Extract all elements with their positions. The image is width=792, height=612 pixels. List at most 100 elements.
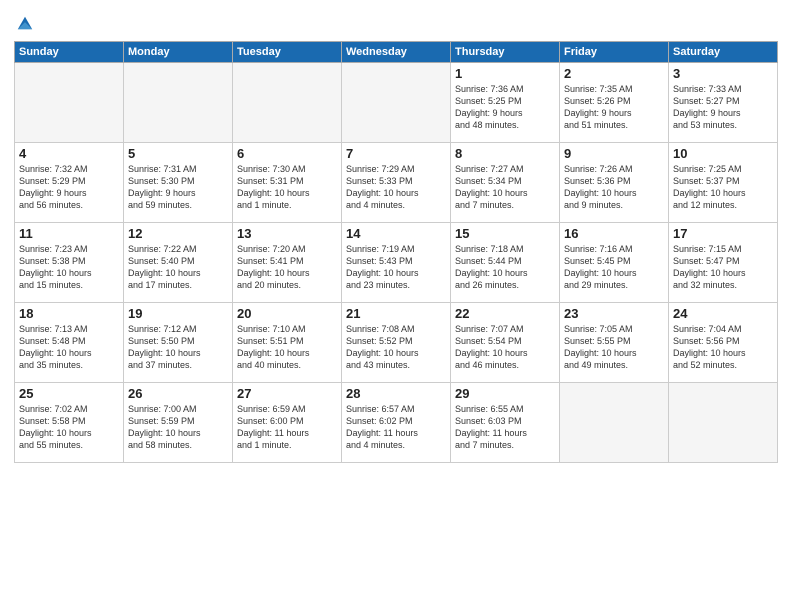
- day-number: 15: [455, 226, 555, 241]
- day-info: Sunrise: 7:33 AM Sunset: 5:27 PM Dayligh…: [673, 83, 773, 132]
- day-info: Sunrise: 7:12 AM Sunset: 5:50 PM Dayligh…: [128, 323, 228, 372]
- header: [14, 10, 778, 37]
- calendar-cell: 22 Sunrise: 7:07 AM Sunset: 5:54 PM Dayli…: [451, 302, 560, 382]
- day-info: Sunrise: 6:55 AM Sunset: 6:03 PM Dayligh…: [455, 403, 555, 452]
- day-info: Sunrise: 7:32 AM Sunset: 5:29 PM Dayligh…: [19, 163, 119, 212]
- day-info: Sunrise: 7:13 AM Sunset: 5:48 PM Dayligh…: [19, 323, 119, 372]
- calendar-cell: [669, 382, 778, 462]
- calendar-cell: 5 Sunrise: 7:31 AM Sunset: 5:30 PM Daylig…: [124, 142, 233, 222]
- day-info: Sunrise: 7:35 AM Sunset: 5:26 PM Dayligh…: [564, 83, 664, 132]
- day-info: Sunrise: 7:25 AM Sunset: 5:37 PM Dayligh…: [673, 163, 773, 212]
- day-info: Sunrise: 7:08 AM Sunset: 5:52 PM Dayligh…: [346, 323, 446, 372]
- day-number: 25: [19, 386, 119, 401]
- day-number: 6: [237, 146, 337, 161]
- day-number: 17: [673, 226, 773, 241]
- day-info: Sunrise: 6:57 AM Sunset: 6:02 PM Dayligh…: [346, 403, 446, 452]
- day-number: 29: [455, 386, 555, 401]
- day-number: 8: [455, 146, 555, 161]
- page-container: SundayMondayTuesdayWednesdayThursdayFrid…: [0, 0, 792, 473]
- weekday-header-wednesday: Wednesday: [342, 41, 451, 62]
- day-number: 24: [673, 306, 773, 321]
- weekday-header-sunday: Sunday: [15, 41, 124, 62]
- day-number: 20: [237, 306, 337, 321]
- calendar-week-5: 25 Sunrise: 7:02 AM Sunset: 5:58 PM Dayli…: [15, 382, 778, 462]
- calendar-week-2: 4 Sunrise: 7:32 AM Sunset: 5:29 PM Daylig…: [15, 142, 778, 222]
- day-number: 14: [346, 226, 446, 241]
- calendar-cell: [342, 62, 451, 142]
- calendar-cell: 11 Sunrise: 7:23 AM Sunset: 5:38 PM Dayli…: [15, 222, 124, 302]
- day-info: Sunrise: 7:31 AM Sunset: 5:30 PM Dayligh…: [128, 163, 228, 212]
- calendar-cell: 16Sunrise: 7:16 AM Sunset: 5:45 PM Dayli…: [560, 222, 669, 302]
- weekday-header-thursday: Thursday: [451, 41, 560, 62]
- day-info: Sunrise: 7:26 AM Sunset: 5:36 PM Dayligh…: [564, 163, 664, 212]
- logo: [14, 14, 34, 37]
- calendar-cell: 27 Sunrise: 6:59 AM Sunset: 6:00 PM Dayli…: [233, 382, 342, 462]
- day-info: Sunrise: 7:23 AM Sunset: 5:38 PM Dayligh…: [19, 243, 119, 292]
- logo-icon: [16, 14, 34, 32]
- calendar-cell: 15 Sunrise: 7:18 AM Sunset: 5:44 PM Dayli…: [451, 222, 560, 302]
- calendar-cell: 25 Sunrise: 7:02 AM Sunset: 5:58 PM Dayli…: [15, 382, 124, 462]
- calendar-cell: 13 Sunrise: 7:20 AM Sunset: 5:41 PM Dayli…: [233, 222, 342, 302]
- day-number: 4: [19, 146, 119, 161]
- day-info: Sunrise: 7:15 AM Sunset: 5:47 PM Dayligh…: [673, 243, 773, 292]
- calendar-week-3: 11 Sunrise: 7:23 AM Sunset: 5:38 PM Dayli…: [15, 222, 778, 302]
- calendar-cell: 8 Sunrise: 7:27 AM Sunset: 5:34 PM Daylig…: [451, 142, 560, 222]
- day-info: Sunrise: 7:07 AM Sunset: 5:54 PM Dayligh…: [455, 323, 555, 372]
- day-number: 23: [564, 306, 664, 321]
- calendar-cell: 7 Sunrise: 7:29 AM Sunset: 5:33 PM Daylig…: [342, 142, 451, 222]
- weekday-header-tuesday: Tuesday: [233, 41, 342, 62]
- day-info: Sunrise: 7:18 AM Sunset: 5:44 PM Dayligh…: [455, 243, 555, 292]
- day-info: Sunrise: 7:00 AM Sunset: 5:59 PM Dayligh…: [128, 403, 228, 452]
- calendar-cell: 4 Sunrise: 7:32 AM Sunset: 5:29 PM Daylig…: [15, 142, 124, 222]
- day-number: 19: [128, 306, 228, 321]
- day-info: Sunrise: 7:36 AM Sunset: 5:25 PM Dayligh…: [455, 83, 555, 132]
- calendar-week-4: 18 Sunrise: 7:13 AM Sunset: 5:48 PM Dayli…: [15, 302, 778, 382]
- day-number: 22: [455, 306, 555, 321]
- calendar-cell: 23 Sunrise: 7:05 AM Sunset: 5:55 PM Dayli…: [560, 302, 669, 382]
- day-info: Sunrise: 7:22 AM Sunset: 5:40 PM Dayligh…: [128, 243, 228, 292]
- day-info: Sunrise: 7:10 AM Sunset: 5:51 PM Dayligh…: [237, 323, 337, 372]
- weekday-header-saturday: Saturday: [669, 41, 778, 62]
- calendar-cell: 2 Sunrise: 7:35 AM Sunset: 5:26 PM Daylig…: [560, 62, 669, 142]
- calendar-cell: 18 Sunrise: 7:13 AM Sunset: 5:48 PM Dayli…: [15, 302, 124, 382]
- calendar-cell: 21 Sunrise: 7:08 AM Sunset: 5:52 PM Dayli…: [342, 302, 451, 382]
- day-number: 3: [673, 66, 773, 81]
- day-number: 9: [564, 146, 664, 161]
- day-number: 26: [128, 386, 228, 401]
- day-number: 10: [673, 146, 773, 161]
- calendar-cell: 28Sunrise: 6:57 AM Sunset: 6:02 PM Dayli…: [342, 382, 451, 462]
- day-info: Sunrise: 7:30 AM Sunset: 5:31 PM Dayligh…: [237, 163, 337, 212]
- calendar-cell: 12Sunrise: 7:22 AM Sunset: 5:40 PM Dayli…: [124, 222, 233, 302]
- day-info: Sunrise: 7:05 AM Sunset: 5:55 PM Dayligh…: [564, 323, 664, 372]
- day-info: Sunrise: 7:27 AM Sunset: 5:34 PM Dayligh…: [455, 163, 555, 212]
- calendar-cell: [233, 62, 342, 142]
- day-info: Sunrise: 7:29 AM Sunset: 5:33 PM Dayligh…: [346, 163, 446, 212]
- calendar-cell: 10 Sunrise: 7:25 AM Sunset: 5:37 PM Dayli…: [669, 142, 778, 222]
- day-number: 13: [237, 226, 337, 241]
- calendar-cell: 6 Sunrise: 7:30 AM Sunset: 5:31 PM Daylig…: [233, 142, 342, 222]
- day-number: 21: [346, 306, 446, 321]
- calendar-cell: [124, 62, 233, 142]
- day-number: 27: [237, 386, 337, 401]
- weekday-header-friday: Friday: [560, 41, 669, 62]
- day-info: Sunrise: 6:59 AM Sunset: 6:00 PM Dayligh…: [237, 403, 337, 452]
- day-number: 5: [128, 146, 228, 161]
- calendar-cell: 17 Sunrise: 7:15 AM Sunset: 5:47 PM Dayli…: [669, 222, 778, 302]
- weekday-header-row: SundayMondayTuesdayWednesdayThursdayFrid…: [15, 41, 778, 62]
- day-number: 7: [346, 146, 446, 161]
- day-info: Sunrise: 7:16 AM Sunset: 5:45 PM Dayligh…: [564, 243, 664, 292]
- day-number: 11: [19, 226, 119, 241]
- day-number: 2: [564, 66, 664, 81]
- calendar-week-1: 1 Sunrise: 7:36 AM Sunset: 5:25 PM Daylig…: [15, 62, 778, 142]
- day-info: Sunrise: 7:04 AM Sunset: 5:56 PM Dayligh…: [673, 323, 773, 372]
- calendar-cell: 19 Sunrise: 7:12 AM Sunset: 5:50 PM Dayli…: [124, 302, 233, 382]
- day-info: Sunrise: 7:02 AM Sunset: 5:58 PM Dayligh…: [19, 403, 119, 452]
- calendar-table: SundayMondayTuesdayWednesdayThursdayFrid…: [14, 41, 778, 463]
- day-number: 1: [455, 66, 555, 81]
- calendar-cell: 20 Sunrise: 7:10 AM Sunset: 5:51 PM Dayli…: [233, 302, 342, 382]
- calendar-cell: 26 Sunrise: 7:00 AM Sunset: 5:59 PM Dayli…: [124, 382, 233, 462]
- calendar-cell: [560, 382, 669, 462]
- calendar-cell: [15, 62, 124, 142]
- day-number: 18: [19, 306, 119, 321]
- day-info: Sunrise: 7:20 AM Sunset: 5:41 PM Dayligh…: [237, 243, 337, 292]
